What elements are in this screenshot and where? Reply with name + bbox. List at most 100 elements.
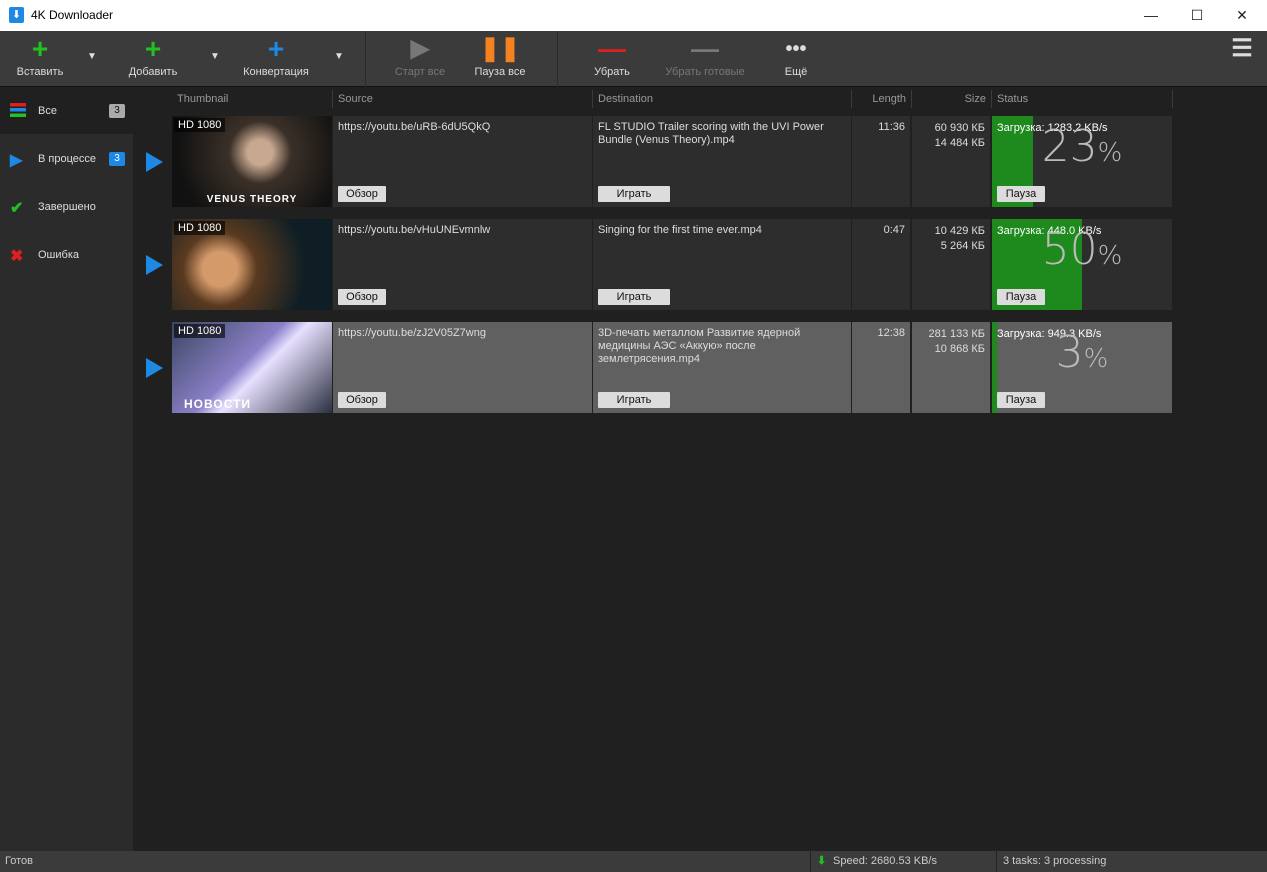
- paste-plus-icon: +: [31, 33, 49, 64]
- length-cell: 0:47: [852, 219, 910, 310]
- status-text: Готов: [5, 855, 33, 867]
- thumbnail-caption: VENUS THEORY: [206, 194, 298, 205]
- source-url: https://youtu.be/uRB-6dU5QkQ: [338, 121, 491, 133]
- pause-all-button[interactable]: ❚❚ Пауза все: [470, 31, 530, 87]
- quality-badge: HD 1080: [174, 221, 226, 235]
- quality-badge: HD 1080: [174, 324, 226, 338]
- app-logo-icon: ⬇: [9, 7, 24, 23]
- size-downloaded: 5 264 КБ: [940, 240, 985, 252]
- more-dots-icon: •••: [785, 38, 807, 60]
- play-icon: ▶: [10, 152, 23, 169]
- sidebar-item-completed[interactable]: ✔ Завершено: [0, 184, 133, 230]
- tasks-text: 3 tasks: 3 processing: [1003, 855, 1107, 867]
- separator: [365, 31, 366, 87]
- pause-button[interactable]: Пауза: [997, 289, 1045, 305]
- column-header-destination[interactable]: Destination: [593, 90, 852, 108]
- progress-percent: 23%: [1041, 121, 1123, 172]
- source-cell: https://youtu.be/zJ2V05Z7wng Обзор: [333, 322, 592, 413]
- minimize-button[interactable]: —: [1136, 5, 1166, 25]
- progress-percent: 50%: [1041, 224, 1123, 275]
- quality-badge: HD 1080: [174, 118, 226, 132]
- play-button[interactable]: Играть: [598, 392, 670, 408]
- play-icon: ▶: [410, 35, 430, 62]
- video-thumbnail: HD 1080 НОВОСТИ: [172, 322, 332, 413]
- source-cell: https://youtu.be/uRB-6dU5QkQ Обзор: [333, 116, 592, 207]
- pause-button[interactable]: Пауза: [997, 392, 1045, 408]
- size-downloaded: 14 484 КБ: [934, 137, 985, 149]
- status-cell: Загрузка: 949.3 KB/s 3% Пауза: [992, 322, 1172, 413]
- paste-button[interactable]: + Вставить: [8, 31, 72, 87]
- size-cell: 281 133 КБ 10 868 КБ: [912, 322, 990, 413]
- size-downloaded: 10 868 КБ: [934, 343, 985, 355]
- size-total: 281 133 КБ: [928, 328, 985, 340]
- video-thumbnail: HD 1080: [172, 219, 332, 310]
- play-button[interactable]: Играть: [598, 186, 670, 202]
- destination-filename: FL STUDIO Trailer scoring with the UVI P…: [598, 121, 824, 146]
- convert-button[interactable]: + Конвертация: [238, 31, 314, 87]
- error-x-icon: ✖: [10, 248, 24, 265]
- more-button[interactable]: ••• Ещё: [770, 31, 822, 87]
- size-cell: 60 930 КБ 14 484 КБ: [912, 116, 990, 207]
- source-cell: https://youtu.be/vHuUNEvmnlw Обзор: [333, 219, 592, 310]
- convert-dropdown-icon[interactable]: ▼: [334, 51, 344, 62]
- length-cell: 12:38: [852, 322, 910, 413]
- source-url: https://youtu.be/vHuUNEvmnlw: [338, 224, 491, 236]
- maximize-button[interactable]: ☐: [1182, 5, 1212, 25]
- size-cell: 10 429 КБ 5 264 КБ: [912, 219, 990, 310]
- browse-button[interactable]: Обзор: [338, 289, 386, 305]
- browse-button[interactable]: Обзор: [338, 186, 386, 202]
- close-button[interactable]: ✕: [1227, 5, 1257, 25]
- sidebar-item-all[interactable]: Все 3: [0, 88, 133, 134]
- speed-text: Speed: 2680.53 KB/s: [833, 855, 937, 867]
- window-title: 4K Downloader: [31, 8, 114, 22]
- progress-percent: 3%: [1055, 327, 1109, 378]
- all-list-icon: [10, 103, 26, 117]
- title-bar: ⬇ 4K Downloader — ☐ ✕: [0, 0, 1267, 31]
- destination-filename: 3D-печать металлом Развитие ядерной меди…: [598, 327, 801, 365]
- status-cell: Загрузка: 448.0 KB/s 50% Пауза: [992, 219, 1172, 310]
- source-url: https://youtu.be/zJ2V05Z7wng: [338, 327, 486, 339]
- start-all-button[interactable]: ▶ Старт все: [388, 31, 452, 87]
- video-thumbnail: HD 1080 VENUS THEORY: [172, 116, 332, 207]
- menu-button[interactable]: ☰: [1228, 31, 1256, 87]
- column-header-length[interactable]: Length: [852, 90, 912, 108]
- minus-icon: —: [691, 33, 719, 64]
- column-header-thumbnail[interactable]: Thumbnail: [172, 90, 333, 108]
- status-speed: Загрузка: 949.3 KB/s: [997, 328, 1102, 340]
- separator: [557, 31, 558, 87]
- toolbar: + Вставить ▼ + Добавить ▼ + Конвертация ▼ ▶…: [0, 31, 1267, 87]
- minus-icon: —: [598, 33, 626, 64]
- download-arrow-icon: ⬇: [817, 855, 827, 867]
- column-header-size[interactable]: Size: [912, 90, 992, 108]
- pause-button[interactable]: Пауза: [997, 186, 1045, 202]
- remove-done-button[interactable]: — Убрать готовые: [660, 31, 750, 87]
- in-progress-play-icon: [146, 255, 163, 275]
- check-icon: ✔: [10, 200, 24, 217]
- add-dropdown-icon[interactable]: ▼: [210, 51, 220, 62]
- in-progress-play-icon: [146, 152, 163, 172]
- destination-cell: 3D-печать металлом Развитие ядерной меди…: [593, 322, 851, 413]
- in-progress-play-icon: [146, 358, 163, 378]
- sidebar-item-error[interactable]: ✖ Ошибка: [0, 232, 133, 278]
- status-bar: Готов ⬇ Speed: 2680.53 KB/s 3 tasks: 3 p…: [0, 851, 1267, 872]
- remove-button[interactable]: — Убрать: [584, 31, 640, 87]
- play-button[interactable]: Играть: [598, 289, 670, 305]
- hamburger-icon: ☰: [1231, 35, 1253, 62]
- size-total: 10 429 КБ: [934, 225, 985, 237]
- column-header-status[interactable]: Status: [992, 90, 1173, 108]
- sidebar: Все 3 ▶ В процессе 3 ✔ Завершено ✖ Ошибка: [0, 88, 133, 851]
- length-cell: 11:36: [852, 116, 910, 207]
- add-button[interactable]: + Добавить: [120, 31, 186, 87]
- destination-cell: FL STUDIO Trailer scoring with the UVI P…: [593, 116, 851, 207]
- pause-icon: ❚❚: [479, 35, 521, 62]
- convert-plus-icon: +: [267, 33, 285, 64]
- destination-filename: Singing for the first time ever.mp4: [598, 224, 762, 236]
- thumbnail-caption: НОВОСТИ: [184, 397, 252, 411]
- column-header-source[interactable]: Source: [333, 90, 593, 108]
- destination-cell: Singing for the first time ever.mp4 Игра…: [593, 219, 851, 310]
- browse-button[interactable]: Обзор: [338, 392, 386, 408]
- paste-dropdown-icon[interactable]: ▼: [87, 51, 97, 62]
- sidebar-item-in-progress[interactable]: ▶ В процессе 3: [0, 136, 133, 182]
- add-plus-icon: +: [144, 33, 162, 64]
- status-cell: Загрузка: 1283.2 KB/s 23% Пауза: [992, 116, 1172, 207]
